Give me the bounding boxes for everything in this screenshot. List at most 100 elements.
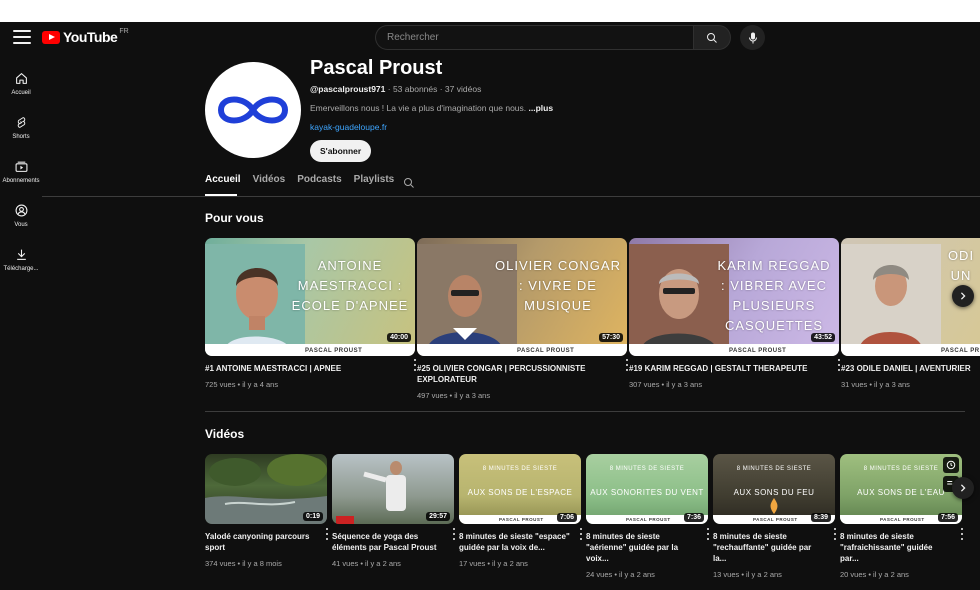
video-title[interactable]: #23 ODILE DANIEL | AVENTURIER	[841, 363, 980, 374]
channel-search-button[interactable]	[403, 176, 415, 194]
video-thumbnail[interactable]: 8 MINUTES DE SIESTE AUX SONS DU FEU PASC…	[713, 454, 835, 524]
video-meta: 31 vues • il y a 3 ans	[841, 380, 910, 389]
person-portrait	[205, 244, 305, 350]
channel-tabs: Accueil Vidéos Podcasts Playlists	[205, 174, 406, 192]
channel-description[interactable]: Emerveillons nous ! La vie a plus d'imag…	[310, 103, 553, 113]
thumbnail-brand: PASCAL PROUST	[729, 348, 787, 354]
video-thumbnail[interactable]: ANTOINE MAESTRACCI : ECOLE D'APNEE PASCA…	[205, 238, 415, 356]
channel-avatar[interactable]	[205, 62, 301, 158]
video-thumbnail[interactable]: 8 MINUTES DE SIESTE AUX SONORITES DU VEN…	[586, 454, 708, 524]
video-meta: 20 vues • il y a 2 ans	[840, 570, 909, 579]
video-duration: 8:39	[810, 513, 831, 522]
search-button[interactable]	[693, 25, 731, 50]
you-icon	[15, 204, 27, 217]
channel-description-text: Emerveillons nous ! La vie a plus d'imag…	[310, 103, 529, 113]
channel-handle: @pascalproust971	[310, 84, 386, 94]
channel-website-link[interactable]: kayak-guadeloupe.fr	[310, 122, 387, 132]
thumbnail-title: AUX SONORITES DU VENT	[590, 488, 704, 497]
youtube-play-icon	[42, 30, 60, 44]
video-meta: 13 vues • il y a 2 ans	[713, 570, 782, 579]
thumbnail-brand: PASCAL PROUST	[305, 348, 363, 354]
video-card[interactable]: 8 MINUTES DE SIESTE AUX SONS DE L'ESPACE…	[459, 454, 582, 568]
thumbnail-brand: PASCAL PROUST	[626, 517, 671, 522]
video-duration: 7:36	[683, 513, 704, 522]
menu-icon[interactable]	[13, 30, 31, 44]
more-options-icon[interactable]	[831, 527, 839, 541]
video-duration: 29:57	[426, 512, 450, 521]
video-duration: 7:06	[556, 513, 577, 522]
video-title[interactable]: 8 minutes de sieste "espace" guidée par …	[459, 531, 571, 553]
tab-home[interactable]: Accueil	[205, 174, 241, 192]
video-thumbnail[interactable]: KARIM REGGAD : VIBRER AVEC PLUSIEURS CAS…	[629, 238, 839, 356]
video-title[interactable]: 8 minutes de sieste "rechauffante" guidé…	[713, 531, 825, 564]
more-options-icon[interactable]	[577, 527, 585, 541]
section-title-for-you: Pour vous	[205, 211, 264, 225]
sidebar-item-home[interactable]: Accueil	[0, 62, 42, 106]
video-card[interactable]: ANTOINE MAESTRACCI : ECOLE D'APNEE PASCA…	[205, 238, 416, 389]
tab-playlists[interactable]: Playlists	[354, 174, 395, 192]
thumbnail-brand-strip: PASCAL PROUST	[629, 344, 839, 356]
youtube-app: YouTube FR Accueil Shorts Abonnements Vo…	[0, 22, 980, 590]
sidebar-item-you[interactable]: Vous	[0, 194, 42, 238]
sidebar-item-label: Vous	[14, 222, 28, 228]
thumbnail-title: ODI UN	[947, 248, 975, 283]
person-portrait	[629, 244, 729, 350]
tab-videos[interactable]: Vidéos	[253, 174, 286, 192]
video-meta: 307 vues • il y a 3 ans	[629, 380, 703, 389]
thumbnail-title: AUX SONS DE L'ESPACE	[467, 488, 573, 497]
thumbnail-title: KARIM REGGAD : VIBRER AVEC PLUSIEURS CAS…	[717, 258, 831, 333]
more-options-icon[interactable]	[704, 527, 712, 541]
video-card[interactable]: OLIVIER CONGAR : VIVRE DE MUSIQUE PASCAL…	[417, 238, 628, 400]
video-title[interactable]: #1 ANTOINE MAESTRACCI | APNEE	[205, 363, 401, 374]
sidebar-item-shorts[interactable]: Shorts	[0, 106, 42, 150]
video-thumbnail[interactable]: OLIVIER CONGAR : VIVRE DE MUSIQUE PASCAL…	[417, 238, 627, 356]
video-card[interactable]: 8 MINUTES DE SIESTE AUX SONORITES DU VEN…	[586, 454, 709, 579]
sidebar-item-downloads[interactable]: Télécharge...	[0, 238, 42, 282]
sidebar-item-label: Accueil	[11, 90, 31, 96]
section-title-videos: Vidéos	[205, 427, 245, 441]
voice-search-button[interactable]	[740, 25, 765, 50]
video-card[interactable]: KARIM REGGAD : VIBRER AVEC PLUSIEURS CAS…	[629, 238, 840, 389]
video-title[interactable]: Séquence de yoga des éléments par Pascal…	[332, 531, 444, 553]
chevron-right-icon	[960, 292, 966, 300]
watch-later-button[interactable]	[943, 457, 959, 473]
home-icon	[15, 73, 27, 84]
carousel-next-button[interactable]	[952, 477, 974, 499]
subscribe-button[interactable]: S'abonner	[310, 140, 372, 162]
thumbnail-title: AUX SONS DU FEU	[733, 488, 815, 497]
tab-podcasts[interactable]: Podcasts	[297, 174, 341, 192]
video-title[interactable]: #19 KARIM REGGAD | GESTALT THERAPEUTE	[629, 363, 825, 374]
more-options-icon[interactable]	[450, 527, 458, 541]
subscriptions-icon	[15, 161, 27, 172]
thumbnail-brand: PASCAL PROUST	[517, 348, 575, 354]
youtube-logo[interactable]: YouTube FR	[42, 28, 129, 45]
person-portrait	[841, 244, 941, 350]
sidebar-item-label: Télécharge...	[3, 266, 39, 272]
video-thumbnail[interactable]: 29:57	[332, 454, 454, 524]
channel-stats: · 53 abonnés · 37 vidéos	[385, 84, 482, 94]
search-icon	[707, 32, 717, 43]
sidebar-item-subscriptions[interactable]: Abonnements	[0, 150, 42, 194]
video-title[interactable]: 8 minutes de sieste "rafraichissante" gu…	[840, 531, 952, 564]
thumbnail-top-text: 8 MINUTES DE SIESTE	[482, 466, 558, 472]
video-title[interactable]: #25 OLIVIER CONGAR | PERCUSSIONNISTE EXP…	[417, 363, 613, 385]
video-card[interactable]: 8 MINUTES DE SIESTE AUX SONS DE L'EAU PA…	[840, 454, 963, 579]
more-options-icon[interactable]	[958, 527, 966, 541]
video-title[interactable]: Yalodé canyoning parcours sport	[205, 531, 317, 553]
video-thumbnail[interactable]: 8 MINUTES DE SIESTE AUX SONS DE L'EAU PA…	[840, 454, 962, 524]
video-card[interactable]: 8 MINUTES DE SIESTE AUX SONS DU FEU PASC…	[713, 454, 836, 579]
video-meta: 41 vues • il y a 2 ans	[332, 559, 401, 568]
more-options-icon[interactable]	[323, 527, 331, 541]
carousel-next-button[interactable]	[952, 285, 974, 307]
video-thumbnail[interactable]: 8 MINUTES DE SIESTE AUX SONS DE L'ESPACE…	[459, 454, 581, 524]
video-title[interactable]: 8 minutes de sieste "aérienne" guidée pa…	[586, 531, 698, 564]
video-thumbnail[interactable]: 0:19	[205, 454, 327, 524]
thumbnail-brand: PASCAL PR	[941, 348, 980, 354]
sidebar: Accueil Shorts Abonnements Vous Téléchar…	[0, 62, 42, 282]
more-link[interactable]: ...plus	[529, 103, 554, 113]
videos-row: 0:19 Yalodé canyoning parcours sport 374…	[205, 454, 980, 590]
search-input[interactable]	[375, 25, 693, 50]
video-card[interactable]: 29:57 Séquence de yoga des éléments par …	[332, 454, 455, 568]
video-card[interactable]: 0:19 Yalodé canyoning parcours sport 374…	[205, 454, 328, 568]
video-card[interactable]: ODI UN PASCAL PR #23 ODILE DANIEL | AVEN…	[841, 238, 980, 389]
